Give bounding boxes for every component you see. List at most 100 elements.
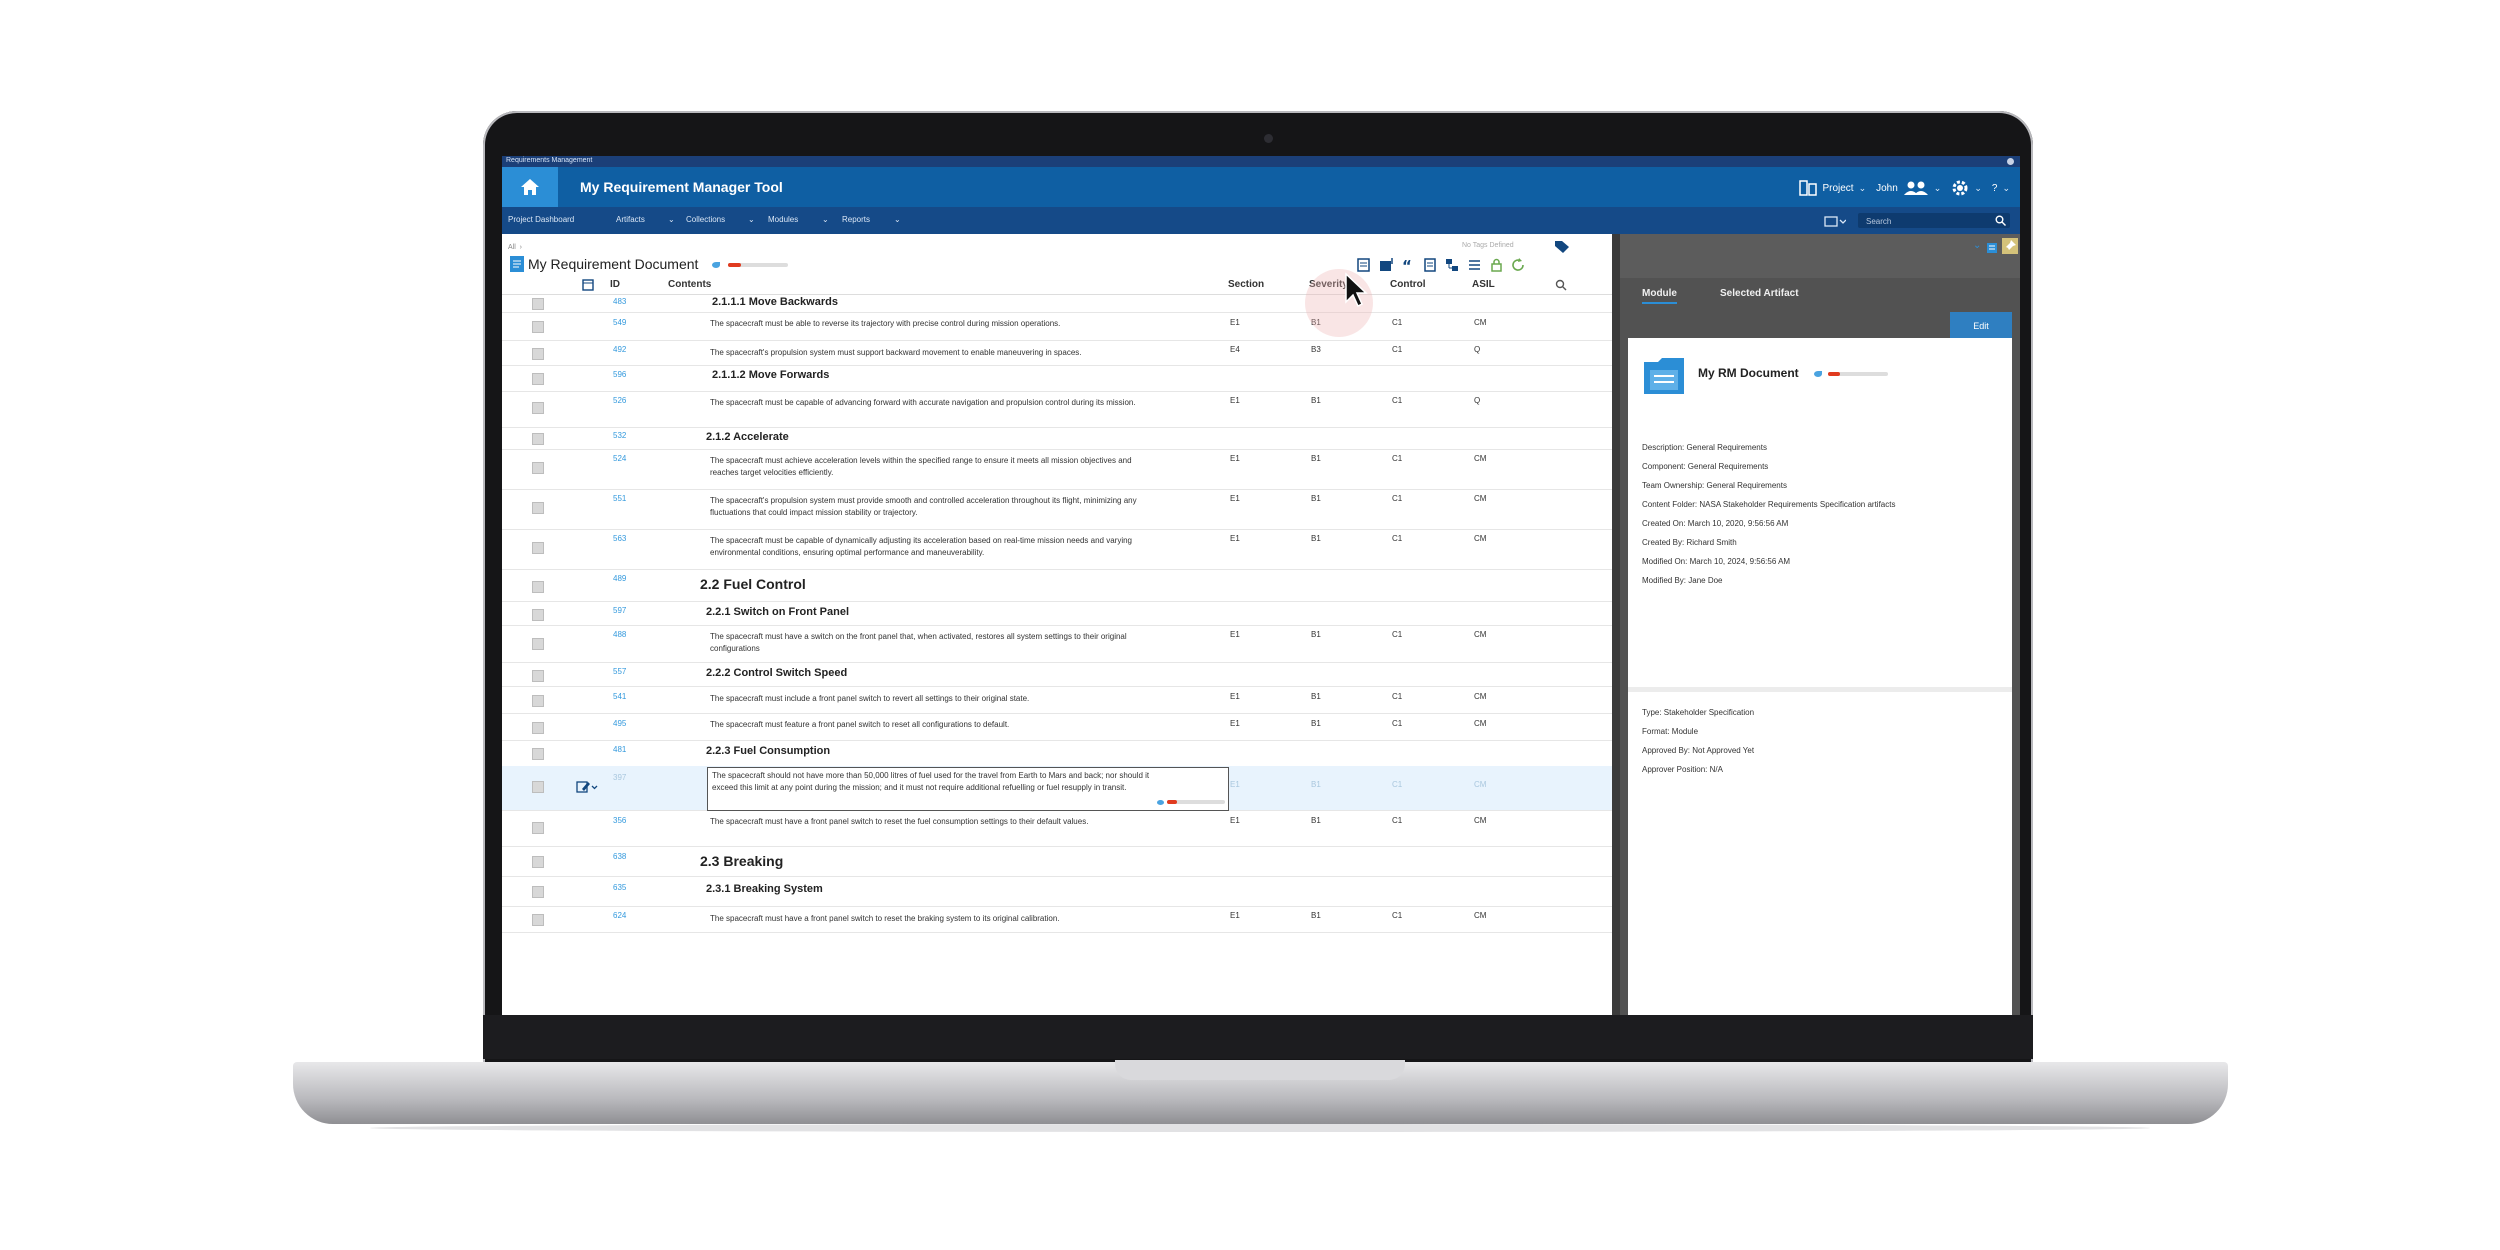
column-asil[interactable]: ASIL — [1472, 279, 1495, 290]
row-checkbox[interactable] — [532, 748, 544, 760]
search-scope-icon[interactable] — [1824, 215, 1846, 227]
row-id[interactable]: 597 — [613, 606, 626, 615]
table-row[interactable]: 635 2.3.1 Breaking System — [502, 876, 1612, 907]
search-icon[interactable] — [1555, 279, 1567, 291]
nav-artifacts[interactable]: Artifacts — [616, 215, 645, 224]
nav-project-dashboard[interactable]: Project Dashboard — [508, 215, 574, 224]
table-row[interactable]: 356 The spacecraft must have a front pan… — [502, 810, 1612, 847]
copy-icon[interactable] — [1423, 258, 1438, 272]
table-row[interactable]: 551 The spacecraft's propulsion system m… — [502, 489, 1612, 530]
chevron-down-icon[interactable]: ⌄ — [748, 215, 755, 224]
edit-icon[interactable] — [576, 780, 598, 794]
table-row[interactable]: 524 The spacecraft must achieve accelera… — [502, 449, 1612, 490]
row-checkbox[interactable] — [532, 298, 544, 310]
row-checkbox[interactable] — [532, 722, 544, 734]
table-row[interactable]: 483 2.1.1.1 Move Backwards — [502, 295, 1612, 313]
row-checkbox[interactable] — [532, 402, 544, 414]
search-input[interactable] — [1864, 214, 1988, 229]
table-row[interactable]: 481 2.2.3 Fuel Consumption — [502, 740, 1612, 767]
row-id[interactable]: 624 — [613, 911, 626, 920]
row-id[interactable]: 489 — [613, 574, 626, 583]
row-id[interactable]: 488 — [613, 630, 626, 639]
row-checkbox[interactable] — [532, 433, 544, 445]
user-menu[interactable]: John ⌄ — [1876, 180, 1941, 196]
table-row[interactable]: 563 The spacecraft must be capable of dy… — [502, 529, 1612, 570]
row-checkbox[interactable] — [532, 822, 544, 834]
table-row[interactable]: 597 2.2.1 Switch on Front Panel — [502, 601, 1612, 626]
table-row[interactable]: 557 2.2.2 Control Switch Speed — [502, 662, 1612, 687]
nav-collections[interactable]: Collections — [686, 215, 725, 224]
breadcrumb-all[interactable]: All — [508, 244, 516, 251]
row-id[interactable]: 551 — [613, 494, 626, 503]
tag-icon[interactable] — [1554, 240, 1570, 254]
row-id[interactable]: 635 — [613, 883, 626, 892]
row-checkbox[interactable] — [532, 781, 544, 793]
pin-button[interactable] — [2002, 238, 2018, 254]
row-checkbox[interactable] — [532, 856, 544, 868]
table-row[interactable]: 489 2.2 Fuel Control — [502, 569, 1612, 602]
lock-icon[interactable] — [1489, 258, 1504, 272]
row-id[interactable]: 524 — [613, 454, 626, 463]
row-id[interactable]: 596 — [613, 370, 626, 379]
row-checkbox[interactable] — [532, 321, 544, 333]
settings-menu[interactable]: ⌄ — [1951, 179, 1982, 197]
view-icon[interactable] — [1357, 258, 1372, 272]
row-checkbox[interactable] — [532, 695, 544, 707]
table-row[interactable]: 526 The spacecraft must be capable of ad… — [502, 391, 1612, 428]
row-id[interactable]: 526 — [613, 396, 626, 405]
chevron-down-icon[interactable]: ⌄ — [668, 215, 675, 224]
row-checkbox[interactable] — [532, 502, 544, 514]
table-row[interactable]: 541 The spacecraft must include a front … — [502, 686, 1612, 714]
help-menu[interactable]: ? ⌄ — [1992, 183, 2010, 194]
nav-reports[interactable]: Reports — [842, 215, 870, 224]
row-checkbox[interactable] — [532, 581, 544, 593]
vertical-scrollbar[interactable] — [1612, 234, 1620, 1015]
edit-button[interactable]: Edit — [1950, 312, 2012, 339]
row-checkbox[interactable] — [532, 670, 544, 682]
table-row[interactable]: 488 The spacecraft must have a switch on… — [502, 625, 1612, 663]
refresh-icon[interactable] — [1511, 258, 1526, 272]
row-checkbox[interactable] — [532, 638, 544, 650]
row-id[interactable]: 356 — [613, 816, 626, 825]
tab-selected-artifact[interactable]: Selected Artifact — [1720, 288, 1799, 299]
row-checkbox[interactable] — [532, 348, 544, 360]
row-text[interactable]: The spacecraft should not have more than… — [712, 770, 1152, 794]
quote-icon[interactable]: “ — [1401, 258, 1416, 272]
breadcrumb[interactable]: All › — [508, 244, 522, 251]
chevron-down-icon[interactable]: ⌄ — [1973, 240, 1981, 251]
row-id[interactable]: 563 — [613, 534, 626, 543]
window-close-icon[interactable] — [2007, 158, 2014, 165]
inline-edit-box[interactable]: The spacecraft should not have more than… — [707, 767, 1229, 811]
home-button[interactable] — [502, 167, 558, 207]
row-checkbox[interactable] — [532, 373, 544, 385]
row-id[interactable]: 495 — [613, 719, 626, 728]
table-row[interactable]: 549 The spacecraft must be able to rever… — [502, 312, 1612, 341]
row-id[interactable]: 557 — [613, 667, 626, 676]
table-row[interactable]: 596 2.1.1.2 Move Forwards — [502, 365, 1612, 392]
columns-icon[interactable] — [582, 279, 594, 291]
row-checkbox[interactable] — [532, 462, 544, 474]
table-row[interactable]: 638 2.3 Breaking — [502, 846, 1612, 877]
list-icon[interactable] — [1986, 242, 1998, 254]
row-id[interactable]: 549 — [613, 318, 626, 327]
row-id[interactable]: 483 — [613, 297, 626, 306]
tab-module[interactable]: Module — [1642, 288, 1677, 304]
table-row[interactable]: 532 2.1.2 Accelerate — [502, 427, 1612, 450]
chevron-down-icon[interactable]: ⌄ — [894, 215, 901, 224]
row-id[interactable]: 532 — [613, 431, 626, 440]
column-id[interactable]: ID — [610, 279, 620, 290]
row-checkbox[interactable] — [532, 542, 544, 554]
search-icon[interactable] — [1995, 215, 2006, 226]
row-id[interactable]: 638 — [613, 852, 626, 861]
row-checkbox[interactable] — [532, 914, 544, 926]
column-contents[interactable]: Contents — [668, 279, 711, 290]
row-id[interactable]: 397 — [613, 773, 626, 782]
menu-icon[interactable] — [1467, 258, 1482, 272]
row-checkbox[interactable] — [532, 886, 544, 898]
row-id[interactable]: 481 — [613, 745, 626, 754]
row-id[interactable]: 541 — [613, 692, 626, 701]
table-row[interactable]: 624 The spacecraft must have a front pan… — [502, 906, 1612, 933]
column-control[interactable]: Control — [1390, 279, 1426, 290]
row-id[interactable]: 492 — [613, 345, 626, 354]
add-artifact-icon[interactable] — [1379, 258, 1394, 272]
